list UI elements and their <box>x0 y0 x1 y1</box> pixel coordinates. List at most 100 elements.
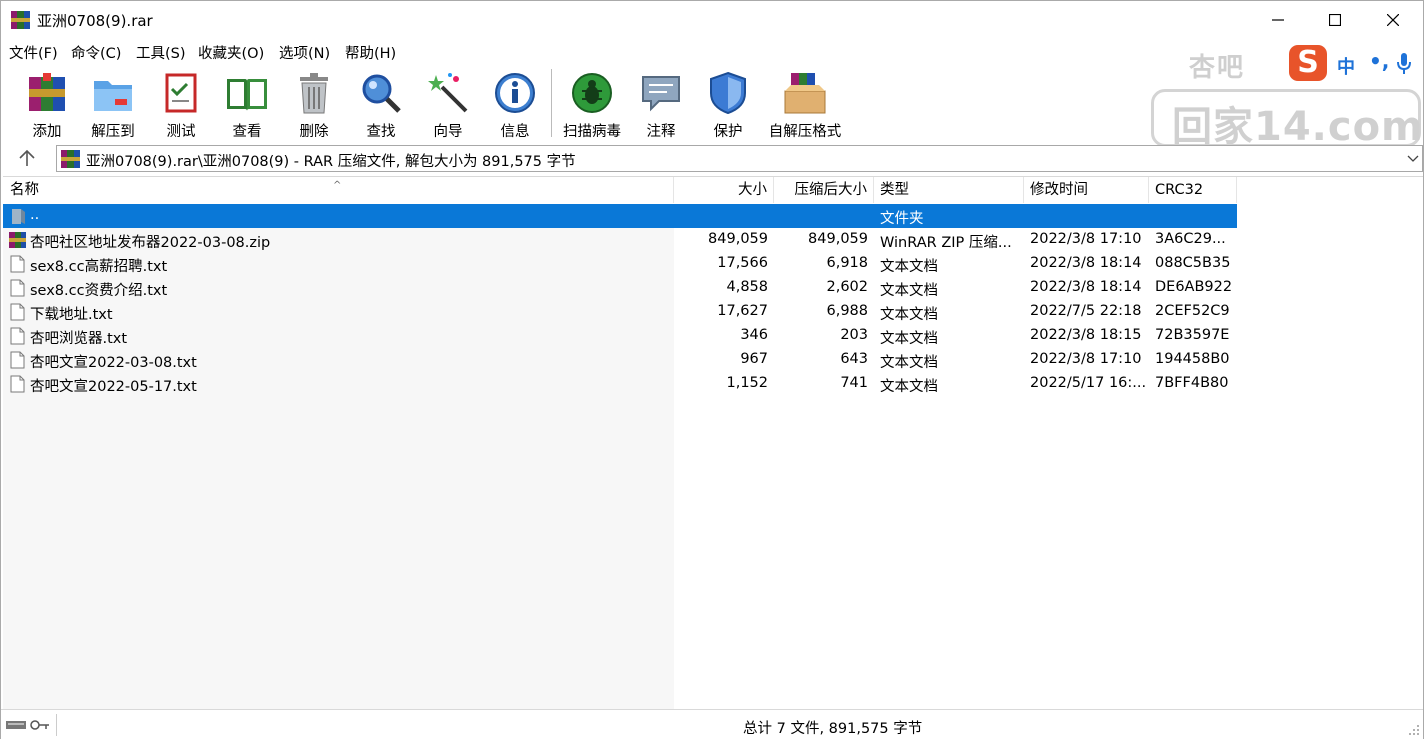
file-type: 文本文档 <box>880 379 938 395</box>
winrar-app-icon <box>11 11 30 29</box>
file-name: 杏吧社区地址发布器2022-03-08.zip <box>30 235 271 251</box>
view-icon <box>227 79 267 111</box>
delete-label: 删除 <box>299 124 329 140</box>
column-header-packed[interactable]: 压缩后大小 <box>774 177 874 203</box>
file-modified: 2022/3/8 17:10 <box>1030 351 1142 367</box>
address-bar[interactable]: 亚洲0708(9).rar\亚洲0708(9) - RAR 压缩文件, 解包大小… <box>56 145 1423 172</box>
menu-commands[interactable]: 命令(C) <box>71 42 121 63</box>
file-modified: 2022/3/8 18:15 <box>1030 327 1142 343</box>
chevron-down-icon[interactable] <box>1407 153 1419 163</box>
file-packed-size: 643 <box>840 351 868 367</box>
file-size: 967 <box>740 351 768 367</box>
column-header-crc[interactable]: CRC32 <box>1149 177 1237 203</box>
file-type: 文本文档 <box>880 283 938 299</box>
file-packed-size: 6,918 <box>826 255 868 271</box>
microphone-icon[interactable] <box>1397 53 1411 75</box>
add-button[interactable]: 添加 <box>19 67 75 140</box>
file-row[interactable]: 杏吧文宣2022-05-17.txt 1,152 741 文本文档 2022/5/17 … <box>3 372 1237 396</box>
find-icon <box>362 74 401 113</box>
minimize-button[interactable] <box>1249 1 1307 39</box>
extract-to-button[interactable]: 解压到 <box>85 67 141 140</box>
file-type: WinRAR ZIP 压缩... <box>880 235 1012 251</box>
file-row[interactable]: 杏吧社区地址发布器2022-03-08.zip 849,059 849,059 Win… <box>3 228 1237 252</box>
file-crc: 72B3597E <box>1155 327 1230 343</box>
column-header-size[interactable]: 大小 <box>674 177 774 203</box>
delete-button[interactable]: 删除 <box>286 67 342 140</box>
test-button[interactable]: 测试 <box>153 67 209 140</box>
column-name-label: 名称 <box>10 182 39 198</box>
comment-button[interactable]: 注释 <box>633 67 689 140</box>
wizard-icon <box>428 73 468 113</box>
menu-file[interactable]: 文件(F) <box>9 42 58 63</box>
menu-favorites[interactable]: 收藏夹(O) <box>198 42 264 63</box>
maximize-button[interactable] <box>1306 1 1364 39</box>
file-size: 4,858 <box>726 279 768 295</box>
menu-help[interactable]: 帮助(H) <box>345 42 396 63</box>
wizard-button[interactable]: 向导 <box>420 67 476 140</box>
column-header-modified[interactable]: 修改时间 <box>1024 177 1149 203</box>
folder-up-icon <box>12 209 25 224</box>
file-type: 文本文档 <box>880 259 938 275</box>
file-modified: 2022/3/8 18:14 <box>1030 255 1142 271</box>
status-separator <box>56 714 57 736</box>
virus-scan-icon <box>572 73 612 113</box>
drive-key-icon[interactable] <box>5 718 51 732</box>
file-modified: 2022/7/5 22:18 <box>1030 303 1142 319</box>
comment-icon <box>642 76 680 112</box>
file-modified: 2022/3/8 18:14 <box>1030 279 1142 295</box>
virus-scan-button[interactable]: 扫描病毒 <box>559 67 625 140</box>
view-button[interactable]: 查看 <box>219 67 275 140</box>
extract-to-label: 解压到 <box>91 124 135 140</box>
column-header-type[interactable]: 类型 <box>874 177 1024 203</box>
comment-label: 注释 <box>646 124 676 140</box>
file-row[interactable]: sex8.cc资费介绍.txt 4,858 2,602 文本文档 2022/3/8 18… <box>3 276 1237 300</box>
file-crc: DE6AB922 <box>1155 279 1233 295</box>
menu-tools[interactable]: 工具(S) <box>136 42 186 63</box>
file-type: 文本文档 <box>880 355 938 371</box>
wizard-label: 向导 <box>433 124 463 140</box>
file-packed-size: 203 <box>840 327 868 343</box>
toolbar-separator <box>551 69 552 137</box>
file-crc: 194458B0 <box>1155 351 1230 367</box>
text-file-icon <box>10 303 25 321</box>
find-button[interactable]: 查找 <box>353 67 409 140</box>
file-name: 下载地址.txt <box>30 307 113 323</box>
ime-mode: 中 <box>1337 57 1355 78</box>
file-packed-size: 741 <box>840 375 868 391</box>
file-row[interactable]: 下载地址.txt 17,627 6,988 文本文档 2022/7/5 22:18 2CE… <box>3 300 1237 324</box>
title-bar: 亚洲0708(9).rar <box>1 1 1423 39</box>
file-list: 名称 ^ 大小 压缩后大小 类型 修改时间 CRC32 .. 文件夹杏吧社区地址发… <box>3 176 1423 709</box>
file-packed-size: 2,602 <box>826 279 868 295</box>
file-crc: 3A6C29... <box>1155 231 1226 247</box>
file-name: 杏吧浏览器.txt <box>30 331 128 347</box>
text-file-icon <box>10 279 25 297</box>
file-size: 346 <box>740 327 768 343</box>
protect-button[interactable]: 保护 <box>700 67 756 140</box>
watermark-top-text: 杏吧 <box>1189 53 1246 83</box>
file-row[interactable]: 杏吧文宣2022-03-08.txt 967 643 文本文档 2022/3/8 17:… <box>3 348 1237 372</box>
file-size: 849,059 <box>708 231 768 247</box>
info-icon <box>495 73 535 113</box>
sort-ascending-icon: ^ <box>333 180 342 191</box>
column-header-name[interactable]: 名称 ^ <box>3 177 674 203</box>
file-type: 文本文档 <box>880 331 938 347</box>
ime-indicator[interactable]: S 中 •, <box>1289 45 1421 83</box>
file-modified: 2022/5/17 16:... <box>1030 375 1147 391</box>
close-button[interactable] <box>1364 1 1422 39</box>
file-modified: 2022/3/8 17:10 <box>1030 231 1142 247</box>
file-row[interactable]: sex8.cc高薪招聘.txt 17,566 6,918 文本文档 2022/3/8 1… <box>3 252 1237 276</box>
up-folder-button[interactable] <box>15 147 39 169</box>
file-row[interactable]: .. 文件夹 <box>3 204 1237 228</box>
sfx-button[interactable]: 自解压格式 <box>765 67 845 140</box>
resize-grip-icon[interactable] <box>1408 724 1420 736</box>
menu-bar: 文件(F) 命令(C) 工具(S) 收藏夹(O) 选项(N) 帮助(H) <box>1 39 1151 63</box>
find-label: 查找 <box>366 124 396 140</box>
file-crc: 7BFF4B80 <box>1155 375 1229 391</box>
file-packed-size: 6,988 <box>826 303 868 319</box>
file-name: .. <box>30 207 40 223</box>
file-row[interactable]: 杏吧浏览器.txt 346 203 文本文档 2022/3/8 18:15 72B3597… <box>3 324 1237 348</box>
file-crc: 2CEF52C9 <box>1155 303 1230 319</box>
info-button[interactable]: 信息 <box>487 67 543 140</box>
ime-logo: S <box>1289 45 1327 81</box>
menu-options[interactable]: 选项(N) <box>279 42 330 63</box>
